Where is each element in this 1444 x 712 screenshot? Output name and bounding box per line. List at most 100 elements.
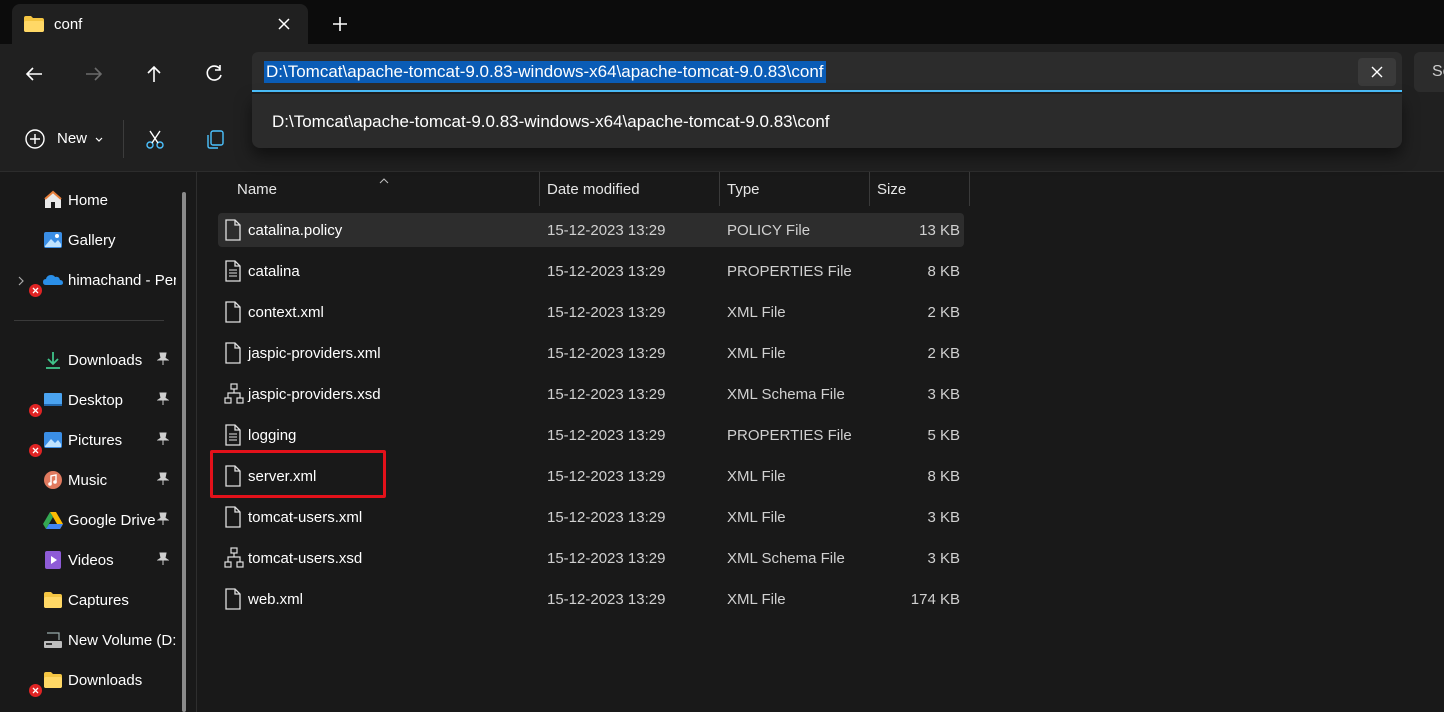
column-header-type[interactable]: Type bbox=[727, 172, 867, 206]
sidebar-item-downloads[interactable]: Downloads bbox=[0, 340, 180, 380]
table-row[interactable]: catalina.policy 15-12-2023 13:29 POLICY … bbox=[218, 213, 964, 247]
file-date: 15-12-2023 13:29 bbox=[547, 304, 666, 321]
table-row-server-xml[interactable]: server.xml 15-12-2023 13:29 XML File 8 K… bbox=[218, 459, 964, 493]
file-type: XML Schema File bbox=[727, 550, 845, 567]
cut-icon[interactable] bbox=[144, 128, 166, 150]
sidebar-item-downloads-folder[interactable]: Downloads bbox=[0, 660, 180, 700]
sidebar-item-desktop[interactable]: Desktop bbox=[0, 380, 180, 420]
sidebar-item-new-volume[interactable]: New Volume (D: bbox=[0, 620, 180, 660]
gallery-icon bbox=[42, 229, 64, 251]
file-type: XML File bbox=[727, 468, 786, 485]
new-button[interactable]: New bbox=[24, 128, 103, 150]
file-date: 15-12-2023 13:29 bbox=[547, 468, 666, 485]
column-separator[interactable] bbox=[969, 172, 970, 206]
clear-address-button[interactable] bbox=[1358, 58, 1396, 86]
videos-icon bbox=[42, 549, 64, 571]
sidebar-item-label: Captures bbox=[68, 592, 129, 609]
file-size: 2 KB bbox=[927, 304, 960, 321]
file-date: 15-12-2023 13:29 bbox=[547, 509, 666, 526]
google-drive-icon bbox=[42, 509, 64, 531]
plus-circle-icon bbox=[24, 129, 46, 154]
table-row[interactable]: tomcat-users.xml 15-12-2023 13:29 XML Fi… bbox=[218, 500, 964, 534]
tab-title: conf bbox=[54, 16, 83, 33]
music-icon bbox=[42, 469, 64, 491]
file-icon bbox=[224, 219, 242, 241]
file-name: logging bbox=[248, 427, 297, 444]
file-size: 13 KB bbox=[919, 222, 960, 239]
sidebar-item-google-drive[interactable]: Google Drive bbox=[0, 500, 180, 540]
file-icon bbox=[224, 506, 242, 528]
file-name: tomcat-users.xsd bbox=[248, 550, 363, 567]
file-size: 3 KB bbox=[927, 386, 960, 403]
refresh-icon[interactable] bbox=[202, 62, 226, 86]
file-date: 15-12-2023 13:29 bbox=[547, 591, 666, 608]
table-row[interactable]: context.xml 15-12-2023 13:29 XML File 2 … bbox=[218, 295, 964, 329]
file-name: jaspic-providers.xml bbox=[248, 345, 381, 362]
file-date: 15-12-2023 13:29 bbox=[547, 386, 666, 403]
desktop-icon bbox=[42, 389, 64, 411]
sidebar-item-onedrive[interactable]: himachand - Per bbox=[0, 260, 180, 300]
table-row[interactable]: logging 15-12-2023 13:29 PROPERTIES File… bbox=[218, 418, 964, 452]
copy-icon[interactable] bbox=[204, 128, 226, 150]
error-badge-icon bbox=[29, 284, 42, 297]
pin-icon bbox=[156, 352, 170, 370]
column-separator[interactable] bbox=[539, 172, 540, 206]
new-button-label: New bbox=[57, 130, 88, 147]
new-tab-icon[interactable] bbox=[330, 14, 350, 34]
drive-icon bbox=[42, 629, 64, 651]
sidebar-item-captures[interactable]: Captures bbox=[0, 580, 180, 620]
column-header-date-modified[interactable]: Date modified bbox=[547, 172, 717, 206]
close-icon[interactable] bbox=[274, 14, 294, 34]
pin-icon bbox=[156, 432, 170, 450]
file-name: tomcat-users.xml bbox=[248, 509, 363, 526]
onedrive-icon bbox=[42, 269, 64, 291]
column-header-size[interactable]: Size bbox=[877, 172, 967, 206]
address-bar[interactable]: D:\Tomcat\apache-tomcat-9.0.83-windows-x… bbox=[252, 52, 1402, 92]
tab-conf[interactable]: conf bbox=[12, 4, 308, 44]
file-type: XML File bbox=[727, 304, 786, 321]
table-row[interactable]: web.xml 15-12-2023 13:29 XML File 174 KB bbox=[218, 582, 964, 616]
file-name: jaspic-providers.xsd bbox=[248, 386, 381, 403]
table-row[interactable]: tomcat-users.xsd 15-12-2023 13:29 XML Sc… bbox=[218, 541, 964, 575]
file-type: XML Schema File bbox=[727, 386, 845, 403]
tab-strip: conf bbox=[0, 0, 1444, 44]
schema-file-icon bbox=[224, 383, 244, 405]
file-date: 15-12-2023 13:29 bbox=[547, 345, 666, 362]
file-name: catalina.policy bbox=[248, 222, 343, 239]
file-type: XML File bbox=[727, 509, 786, 526]
chevron-down-icon bbox=[94, 132, 104, 149]
error-badge-icon bbox=[29, 684, 42, 697]
table-row[interactable]: jaspic-providers.xsd 15-12-2023 13:29 XM… bbox=[218, 377, 964, 411]
pin-icon bbox=[156, 472, 170, 490]
up-arrow-icon[interactable] bbox=[142, 62, 166, 86]
table-row[interactable]: catalina 15-12-2023 13:29 PROPERTIES Fil… bbox=[218, 254, 964, 288]
forward-arrow-icon[interactable] bbox=[82, 62, 106, 86]
sidebar-item-music[interactable]: Music bbox=[0, 460, 180, 500]
pin-icon bbox=[156, 392, 170, 410]
address-suggestion-item[interactable]: D:\Tomcat\apache-tomcat-9.0.83-windows-x… bbox=[272, 112, 830, 132]
address-path-text[interactable]: D:\Tomcat\apache-tomcat-9.0.83-windows-x… bbox=[264, 61, 826, 83]
chevron-right-icon[interactable] bbox=[17, 274, 25, 291]
back-arrow-icon[interactable] bbox=[22, 62, 46, 86]
file-icon bbox=[224, 301, 242, 323]
home-icon bbox=[42, 189, 64, 211]
file-type: POLICY File bbox=[727, 222, 811, 239]
file-type: PROPERTIES File bbox=[727, 263, 852, 280]
error-badge-icon bbox=[29, 444, 42, 457]
address-suggestion-dropdown: D:\Tomcat\apache-tomcat-9.0.83-windows-x… bbox=[252, 94, 1402, 148]
column-header-name[interactable]: Name bbox=[237, 172, 537, 206]
column-separator[interactable] bbox=[869, 172, 870, 206]
sidebar-item-label: himachand - Per bbox=[68, 272, 176, 289]
schema-file-icon bbox=[224, 547, 244, 569]
sidebar-scrollbar[interactable] bbox=[182, 192, 186, 712]
sidebar-item-gallery[interactable]: Gallery bbox=[0, 220, 180, 260]
file-type: PROPERTIES File bbox=[727, 427, 852, 444]
table-row[interactable]: jaspic-providers.xml 15-12-2023 13:29 XM… bbox=[218, 336, 964, 370]
sidebar-item-home[interactable]: Home bbox=[0, 180, 180, 220]
sidebar-item-label: Downloads bbox=[68, 672, 143, 689]
column-separator[interactable] bbox=[719, 172, 720, 206]
sidebar-item-label: Home bbox=[68, 192, 109, 209]
search-box[interactable]: Se bbox=[1414, 52, 1444, 92]
sidebar-item-pictures[interactable]: Pictures bbox=[0, 420, 180, 460]
sidebar-item-videos[interactable]: Videos bbox=[0, 540, 180, 580]
